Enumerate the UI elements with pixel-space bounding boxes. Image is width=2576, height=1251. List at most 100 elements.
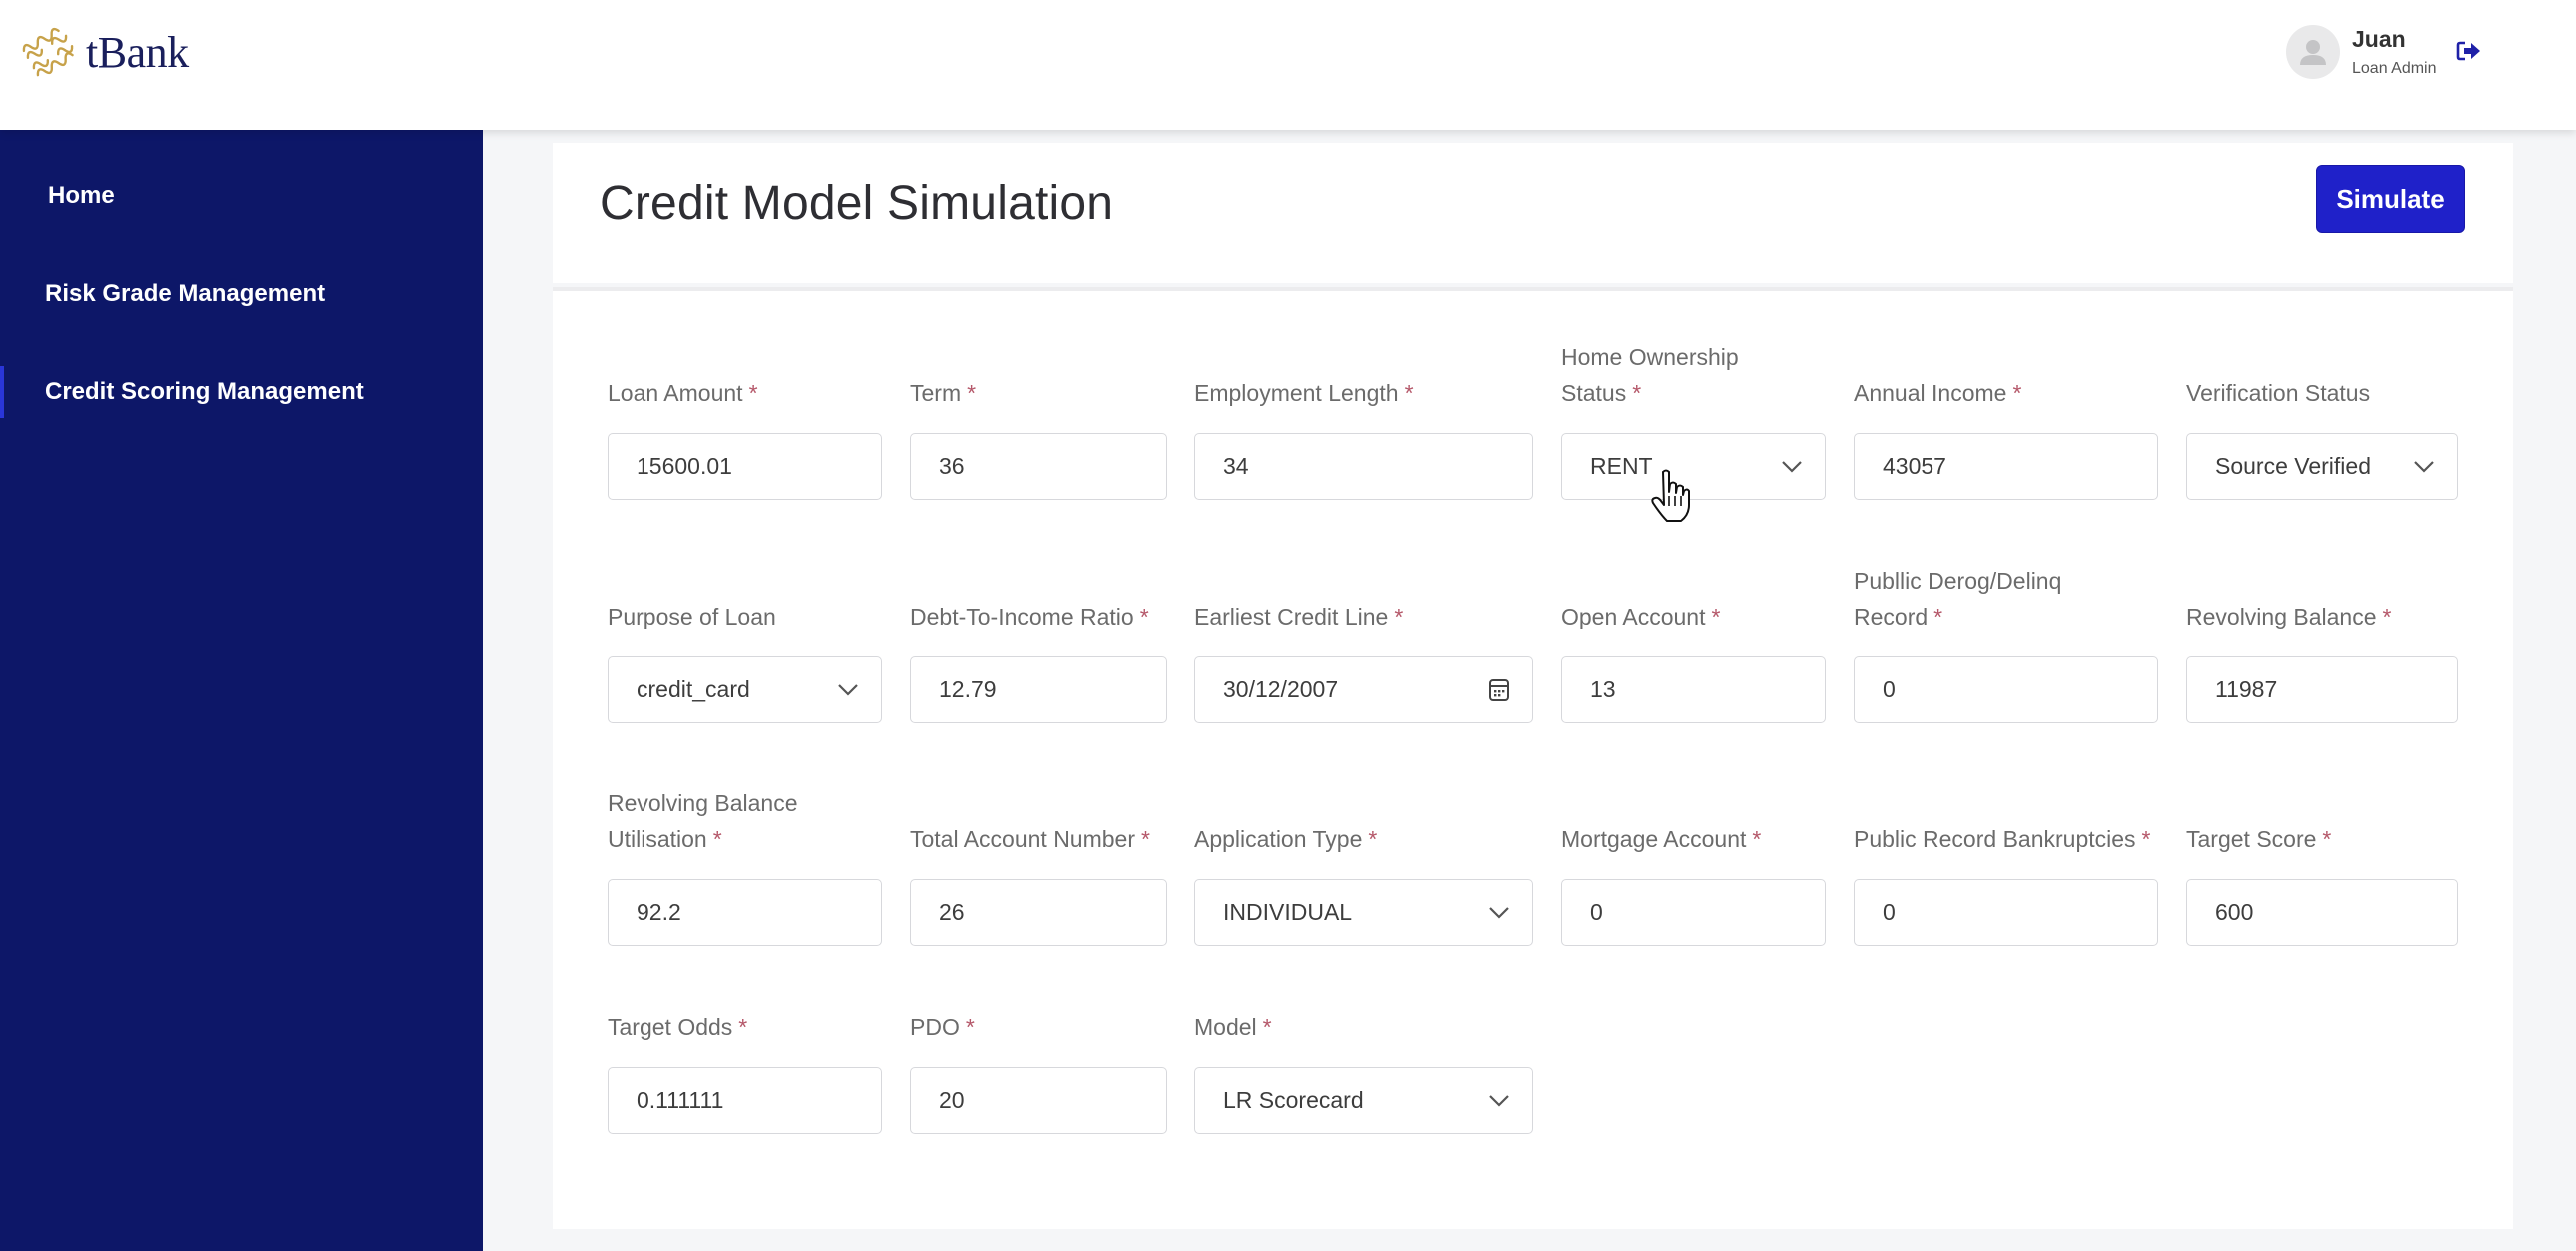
- debt-to-income-ratio-input[interactable]: 12.79: [910, 656, 1167, 723]
- field-value: RENT: [1590, 453, 1653, 479]
- required-asterisk: *: [967, 380, 977, 406]
- label-text: Annual Income: [1854, 380, 2007, 406]
- pdo-label: PDO *: [910, 1009, 975, 1045]
- label-text: Target Odds: [608, 1014, 733, 1040]
- required-asterisk: *: [2141, 826, 2151, 852]
- required-asterisk: *: [1394, 604, 1404, 629]
- application-type-label: Application Type *: [1194, 821, 1377, 857]
- verification-status-label: Verification Status: [2186, 375, 2370, 411]
- label-text: PDO: [910, 1014, 960, 1040]
- simulate-button[interactable]: Simulate: [2316, 165, 2465, 233]
- user-role: Loan Admin: [2352, 60, 2437, 77]
- required-asterisk: *: [2322, 826, 2332, 852]
- required-asterisk: *: [1404, 380, 1414, 406]
- home-ownership-status-select[interactable]: RENT: [1561, 433, 1826, 500]
- term-label: Term *: [910, 375, 976, 411]
- required-asterisk: *: [2382, 604, 2392, 629]
- sidebar-item-credit-scoring-management[interactable]: Credit Scoring Management: [0, 362, 483, 422]
- label-text: Employment Length: [1194, 380, 1399, 406]
- label-text: Open Account: [1561, 604, 1706, 629]
- label-text: Debt-To-Income Ratio: [910, 604, 1134, 629]
- open-account-label: Open Account *: [1561, 599, 1720, 634]
- required-asterisk: *: [1933, 604, 1943, 629]
- loan-amount-label: Loan Amount *: [608, 375, 758, 411]
- revolving-balance-utilisation-label: Revolving Balance Utilisation *: [608, 785, 798, 857]
- label-text: Target Score: [2186, 826, 2317, 852]
- required-asterisk: *: [2012, 380, 2022, 406]
- earliest-credit-line-date-picker[interactable]: 30/12/2007: [1194, 656, 1533, 723]
- total-account-number-label: Total Account Number *: [910, 821, 1150, 857]
- application-type-select[interactable]: INDIVIDUAL: [1194, 879, 1533, 946]
- required-asterisk: *: [748, 380, 758, 406]
- chevron-down-icon[interactable]: [1488, 1094, 1510, 1108]
- target-odds-input[interactable]: 0.111111: [608, 1067, 882, 1134]
- field-value: 11987: [2215, 676, 2278, 702]
- label-line-1: Home Ownership: [1561, 344, 1739, 370]
- label-text: Loan Amount: [608, 380, 743, 406]
- page-header-card: Credit Model Simulation Simulate: [553, 143, 2513, 283]
- open-account-input[interactable]: 13: [1561, 656, 1826, 723]
- field-value: 43057: [1883, 453, 1946, 479]
- total-account-number-input[interactable]: 26: [910, 879, 1167, 946]
- sidebar-item-home[interactable]: Home: [0, 166, 483, 226]
- field-value: 12.79: [939, 676, 997, 702]
- earliest-credit-line-label: Earliest Credit Line *: [1194, 599, 1403, 634]
- user-avatar-icon: [2286, 25, 2340, 79]
- page-title: Credit Model Simulation: [600, 177, 1114, 230]
- public-record-bankruptcies-label: Public Record Bankruptcies *: [1854, 821, 2150, 857]
- revolving-balance-utilisation-input[interactable]: 92.2: [608, 879, 882, 946]
- field-value: 26: [939, 899, 965, 925]
- label-text: Total Account Number: [910, 826, 1136, 852]
- target-score-input[interactable]: 600: [2186, 879, 2458, 946]
- label-text: Mortgage Account: [1561, 826, 1747, 852]
- target-score-label: Target Score *: [2186, 821, 2331, 857]
- field-value: 36: [939, 453, 965, 479]
- field-value: credit_card: [637, 676, 750, 702]
- public-record-bankruptcies-input[interactable]: 0: [1854, 879, 2158, 946]
- logout-icon[interactable]: [2456, 40, 2482, 62]
- pdo-input[interactable]: 20: [910, 1067, 1167, 1134]
- required-asterisk: *: [738, 1014, 748, 1040]
- field-value: 0: [1883, 676, 1896, 702]
- logo-text: tBank: [86, 27, 189, 77]
- target-odds-label: Target Odds *: [608, 1009, 747, 1045]
- label-text: Record: [1854, 604, 1929, 629]
- top-header: tBank Juan Loan Admin: [0, 0, 2576, 130]
- model-select[interactable]: LR Scorecard: [1194, 1067, 1533, 1134]
- chevron-down-icon[interactable]: [1488, 906, 1510, 920]
- loan-amount-input[interactable]: 15600.01: [608, 433, 882, 500]
- required-asterisk: *: [712, 826, 722, 852]
- mortgage-account-input[interactable]: 0: [1561, 879, 1826, 946]
- field-value: 20: [939, 1087, 965, 1113]
- debt-to-income-ratio-label: Debt-To-Income Ratio *: [910, 599, 1149, 634]
- chevron-down-icon[interactable]: [837, 683, 859, 697]
- publlic-derog-delinq-record-label: Publlic Derog/Delinq Record *: [1854, 563, 2061, 634]
- publlic-derog-delinq-record-input[interactable]: 0: [1854, 656, 2158, 723]
- brand-logo[interactable]: tBank: [14, 16, 189, 88]
- label-line-1: Publlic Derog/Delinq: [1854, 568, 2062, 594]
- field-value: 92.2: [637, 899, 681, 925]
- field-value: 30/12/2007: [1223, 676, 1339, 702]
- calendar-icon[interactable]: [1488, 678, 1510, 702]
- employment-length-label: Employment Length *: [1194, 375, 1414, 411]
- model-label: Model *: [1194, 1009, 1272, 1045]
- label-text: Term: [910, 380, 962, 406]
- label-line-1: Revolving Balance: [608, 790, 798, 816]
- purpose-of-loan-select[interactable]: credit_card: [608, 656, 882, 723]
- required-asterisk: *: [1368, 826, 1378, 852]
- required-asterisk: *: [965, 1014, 975, 1040]
- sidebar-item-risk-grade-management[interactable]: Risk Grade Management: [0, 264, 483, 324]
- required-asterisk: *: [1262, 1014, 1272, 1040]
- field-value: 0: [1883, 899, 1896, 925]
- field-value: 13: [1590, 676, 1616, 702]
- field-value: 15600.01: [637, 453, 732, 479]
- user-profile[interactable]: Juan Loan Admin: [2286, 24, 2437, 80]
- employment-length-input[interactable]: 34: [1194, 433, 1533, 500]
- chevron-down-icon[interactable]: [2413, 460, 2435, 474]
- annual-income-input[interactable]: 43057: [1854, 433, 2158, 500]
- verification-status-select[interactable]: Source Verified: [2186, 433, 2458, 500]
- chevron-down-icon[interactable]: [1781, 460, 1803, 474]
- term-input[interactable]: 36: [910, 433, 1167, 500]
- sidebar-item-label: Credit Scoring Management: [45, 378, 364, 405]
- revolving-balance-input[interactable]: 11987: [2186, 656, 2458, 723]
